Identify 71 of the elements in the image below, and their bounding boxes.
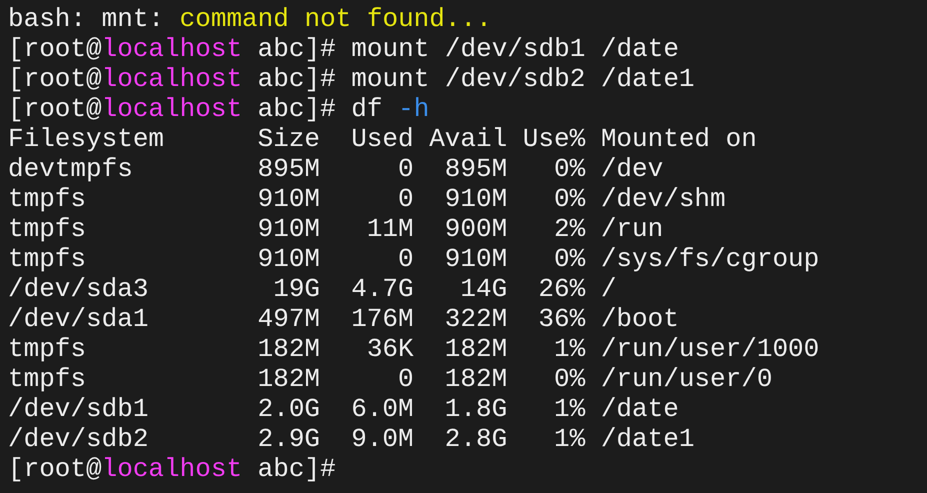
table-cell: 9.0M [351, 424, 414, 454]
table-cell: /sys/fs/cgroup [600, 244, 820, 274]
table-cell-text: /dev/sda3 [8, 274, 150, 304]
table-cell: /run/user/1000 [600, 334, 820, 364]
table-cell: 2.0G [258, 394, 320, 424]
table-cell: 26% [538, 274, 586, 304]
table-cell: 0 [398, 364, 414, 394]
table-cell-text: /dev [600, 154, 664, 184]
column-header: Mounted on [600, 124, 758, 154]
table-cell-text: /dev/sdb1 [8, 394, 150, 424]
table-cell: 0 [398, 154, 414, 184]
table-cell-text: /date [600, 394, 680, 424]
table-cell: 910M [258, 244, 320, 274]
table-cell: 895M [258, 154, 320, 184]
table-cell: 36K [366, 334, 414, 364]
table-cell: 0% [554, 364, 586, 394]
table-cell: 2.9G [258, 424, 320, 454]
table-cell: 910M [258, 214, 320, 244]
table-cell: 1.8G [444, 394, 508, 424]
table-cell: 322M [444, 304, 508, 334]
table-cell-text: /run [600, 214, 664, 244]
command-line: [root@localhost abc]# mount /dev/sdb2 /date1 [8, 64, 695, 94]
table-cell: 910M [444, 244, 508, 274]
table-cell: 14G [460, 274, 508, 304]
table-cell-text: / [600, 274, 618, 304]
table-cell-text: /date1 [600, 424, 696, 454]
table-cell: 910M [444, 184, 508, 214]
table-cell-text: tmpfs [8, 244, 88, 274]
table-cell-text: /dev/sda1 [8, 304, 150, 334]
table-cell: 11M [366, 214, 414, 244]
table-cell: 4.7G [351, 274, 414, 304]
table-cell: 0% [554, 244, 586, 274]
column-header: Filesystem [8, 124, 166, 154]
column-header: Used [351, 124, 414, 154]
column-header: Size [258, 124, 320, 154]
table-cell: 0 [398, 244, 414, 274]
table-cell-text: /boot [600, 304, 680, 334]
table-cell: 0 [398, 184, 414, 214]
column-header: Avail [429, 124, 508, 154]
table-cell: 1% [554, 394, 586, 424]
table-cell: 36% [538, 304, 586, 334]
table-cell: 0% [554, 154, 586, 184]
table-cell: 497M [258, 304, 320, 334]
table-cell: 182M [258, 364, 320, 394]
table-cell: 6.0M [351, 394, 414, 424]
table-cell: 895M [444, 154, 508, 184]
error-message: bash: mnt: command not found... [8, 4, 492, 34]
table-cell: 2% [554, 214, 586, 244]
table-cell: 176M [351, 304, 414, 334]
command-prompt: [root@localhost abc]# [8, 454, 336, 484]
table-cell: 1% [554, 424, 586, 454]
table-cell-text: tmpfs [8, 184, 88, 214]
table-cell: 0% [554, 184, 586, 214]
table-cell: 182M [444, 364, 508, 394]
command-line: [root@localhost abc]# mount /dev/sdb1 /date [8, 34, 679, 64]
column-header: Use% [522, 124, 586, 154]
table-cell-text: /run/user/0 [600, 364, 774, 394]
table-cell-text: tmpfs [8, 214, 88, 244]
table-cell: 182M [444, 334, 508, 364]
table-cell: 2.8G [444, 424, 508, 454]
table-cell-text: tmpfs [8, 334, 88, 364]
table-cell-text: /dev/shm [600, 184, 727, 214]
table-cell: 910M [258, 184, 320, 214]
command-line: [root@localhost abc]# df -h [8, 94, 430, 124]
table-cell: 1% [554, 334, 586, 364]
table-cell: 182M [258, 334, 320, 364]
table-cell-text: tmpfs [8, 364, 88, 394]
table-cell-text: devtmpfs [8, 154, 134, 184]
table-cell: 900M [444, 214, 508, 244]
table-cell-text: /dev/sdb2 [8, 424, 150, 454]
table-cell: 19G [273, 274, 320, 304]
